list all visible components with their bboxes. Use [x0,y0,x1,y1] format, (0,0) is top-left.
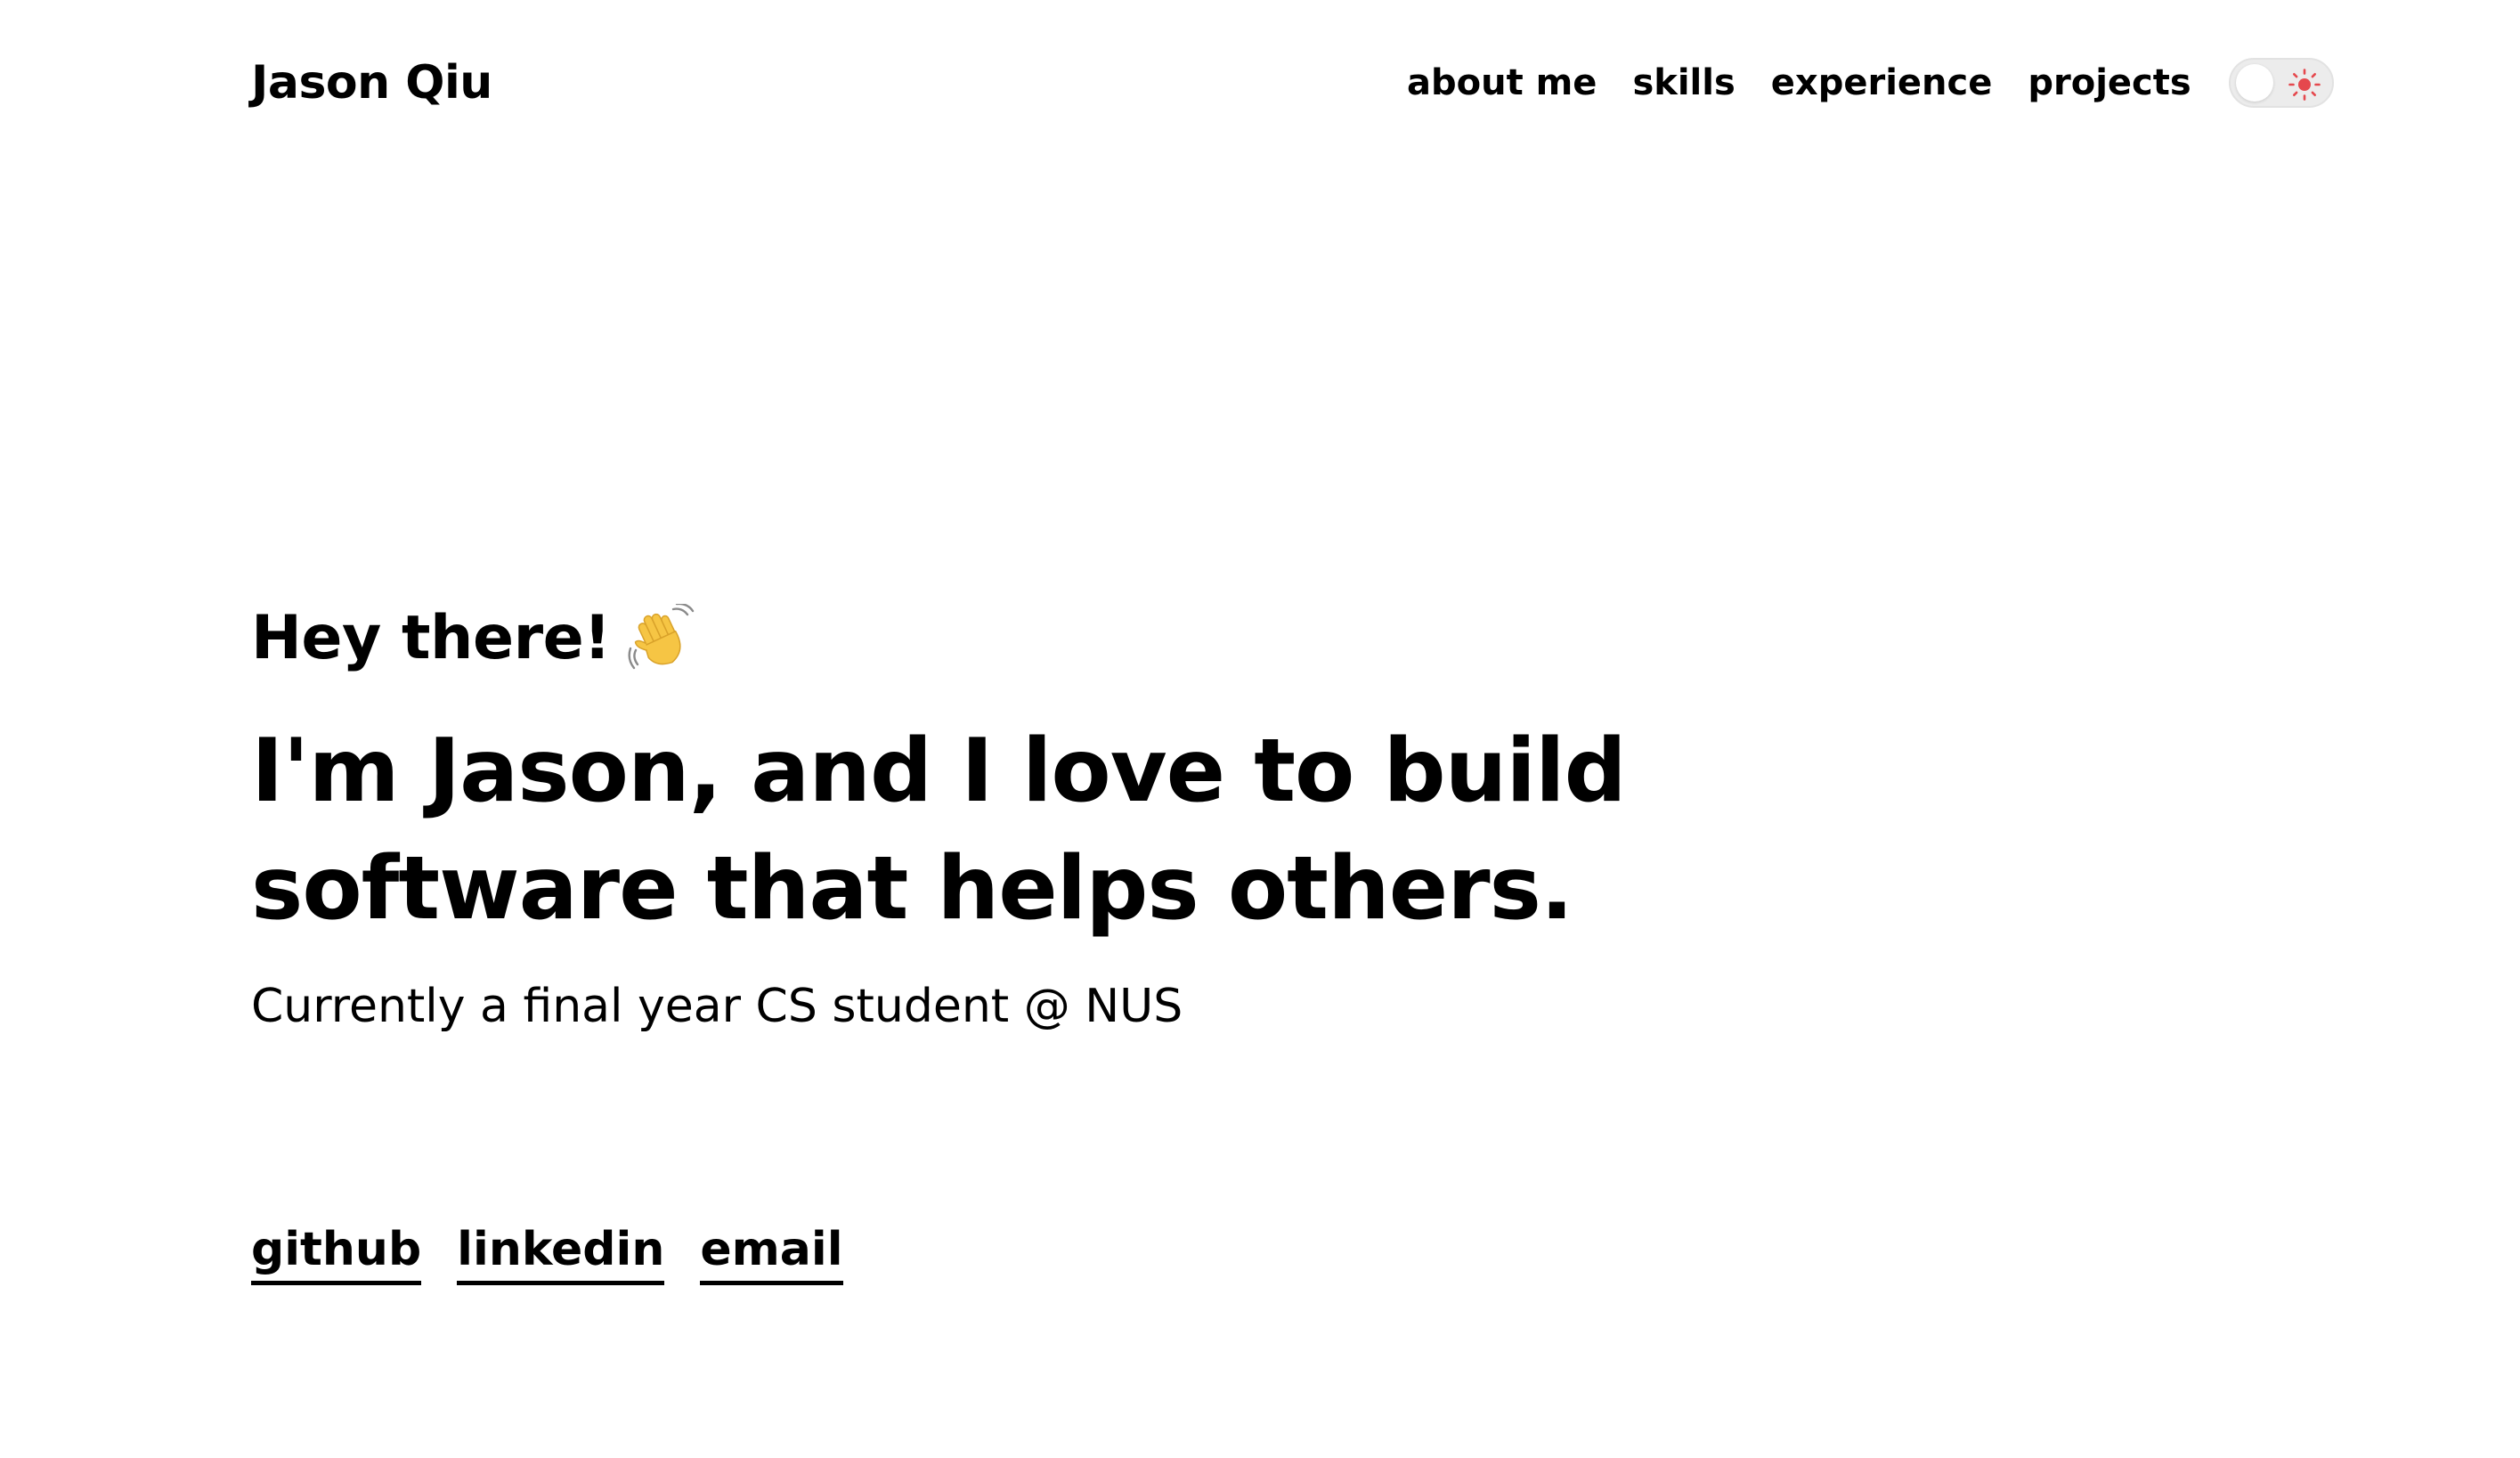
nav-link-about-me[interactable]: about me [1407,52,1597,114]
nav-link-experience[interactable]: experience [1771,52,1993,114]
site-brand[interactable]: Jason Qiu [251,52,492,114]
waving-hand-icon [628,604,694,670]
github-link[interactable]: github [251,1220,422,1285]
hero-tagline: Currently a final year CS student @ NUS [251,980,1183,1033]
theme-toggle[interactable] [2228,58,2334,108]
main-nav: about me skills experience projects [1407,52,2334,114]
hero-headline: I'm Jason, and I love to build software … [251,713,1765,948]
nav-link-projects[interactable]: projects [2028,52,2191,114]
toggle-knob [2235,64,2273,102]
sun-icon [2288,69,2321,101]
headline-line-2: software that helps others. [251,838,1573,940]
hero-greeting: Hey there! [251,599,696,679]
headline-line-1: I'm Jason, and I love to build [251,721,1627,822]
social-links: github linkedin email [251,1220,879,1285]
nav-link-skills[interactable]: skills [1632,52,1735,114]
linkedin-link[interactable]: linkedin [457,1220,665,1285]
greeting-text: Hey there! [251,603,611,673]
email-link[interactable]: email [700,1220,843,1285]
portfolio-page: Jason Qiu about me skills experience pro… [0,0,2520,1458]
